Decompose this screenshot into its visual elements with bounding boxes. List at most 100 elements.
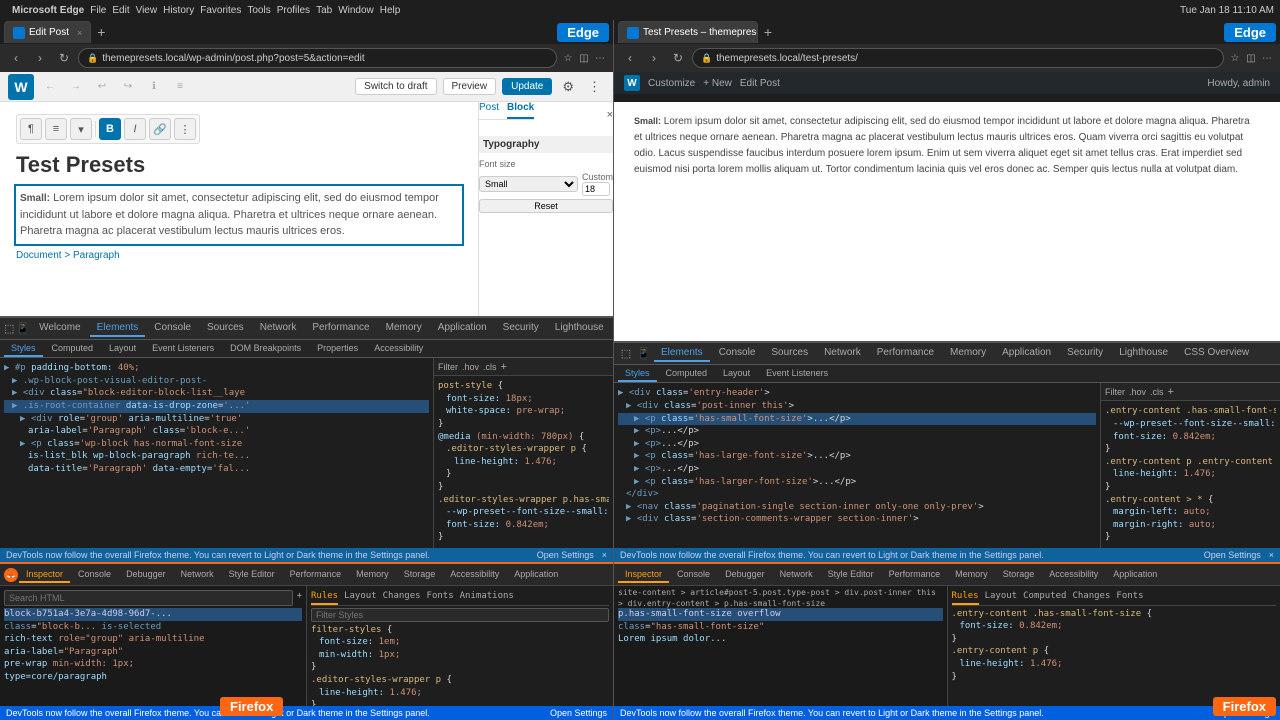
right-address-input[interactable]: 🔒 themepresets.local/test-presets/ [692,48,1224,68]
menu-view[interactable]: View [136,5,158,16]
rff-tab-style-editor[interactable]: Style Editor [821,567,881,583]
devtools-tab-sources[interactable]: Sources [200,320,251,337]
refresh-button[interactable]: ↻ [54,48,74,68]
bold-btn[interactable]: B [99,118,121,140]
rff-computed-tab[interactable]: Computed [1023,590,1066,605]
menu-help[interactable]: Help [380,5,401,16]
italic-btn[interactable]: I [124,118,146,140]
devtools-tab-elements[interactable]: Elements [90,320,146,337]
ff-tab-inspector[interactable]: Inspector [19,567,70,583]
wp-list-view[interactable]: ≡ [170,77,190,97]
styles-plus-icon[interactable]: + [501,361,507,373]
font-size-select[interactable]: Small Medium Large [479,176,578,192]
left-new-tab[interactable]: + [91,22,111,42]
star-icon[interactable]: ☆ [561,51,575,65]
right-wp-bar-edit-post[interactable]: Edit Post [740,78,780,89]
rff-tab-accessibility[interactable]: Accessibility [1042,567,1105,583]
ff-tab-accessibility[interactable]: Accessibility [443,567,506,583]
right-dt-tab-performance[interactable]: Performance [870,345,941,362]
right-wp-bar-customize[interactable]: Customize [648,78,695,89]
menu-edit[interactable]: Edit [112,5,129,16]
right-dt-mobile-icon[interactable]: 📱 [636,346,652,362]
wp-redo[interactable]: ↪ [118,77,138,97]
forward-button[interactable]: › [30,48,50,68]
devtools-inspect-icon[interactable]: ⬚ [4,321,14,337]
rff-tab-debugger[interactable]: Debugger [718,567,772,583]
devtools-tab-memory[interactable]: Memory [379,320,429,337]
menu-file[interactable]: File [90,5,106,16]
ff-tab-style-editor[interactable]: Style Editor [222,567,282,583]
left-tab-1-close[interactable]: × [77,28,82,38]
editor-paragraph-1[interactable]: Small: Lorem ipsum dolor sit amet, conse… [16,186,462,244]
rff-tab-memory[interactable]: Memory [948,567,995,583]
right-devtools-settings-btn[interactable]: Open Settings [1204,550,1261,560]
devtools-tab-performance[interactable]: Performance [305,320,376,337]
ff-tab-performance[interactable]: Performance [283,567,349,583]
menu-history[interactable]: History [163,5,194,16]
settings-icon[interactable]: ⚙ [558,79,578,95]
right-refresh-btn[interactable]: ↻ [668,48,688,68]
rff-tab-console[interactable]: Console [670,567,717,583]
right-subtab-layout[interactable]: Layout [716,366,757,382]
ff-html-1[interactable]: block-b751a4-3e7a-4d98-96d7-... [4,608,302,621]
ff-tab-memory[interactable]: Memory [349,567,396,583]
ff-changes-tab[interactable]: Changes [383,590,421,605]
ff-filter-input[interactable] [311,608,609,622]
align-btn[interactable]: ▾ [70,118,92,140]
menu-favorites[interactable]: Favorites [200,5,241,16]
left-ff-settings-btn[interactable]: Open Settings [550,708,607,718]
wp-undo[interactable]: ↩ [92,77,112,97]
right-tab-1[interactable]: Test Presets – themepresets × [618,21,758,43]
back-button[interactable]: ‹ [6,48,26,68]
right-devtools-close[interactable]: × [1269,550,1274,560]
wp-nav-back[interactable]: ← [40,77,60,97]
r-html-3[interactable]: ▶ <p class='has-small-font-size'>...</p> [618,413,1096,426]
right-star-icon[interactable]: ☆ [1228,51,1242,65]
devtools-tab-lighthouse[interactable]: Lighthouse [548,320,611,337]
wp-info[interactable]: ℹ [144,77,164,97]
rff-tab-performance[interactable]: Performance [882,567,948,583]
right-dt-inspect-icon[interactable]: ⬚ [618,346,634,362]
right-forward-btn[interactable]: › [644,48,664,68]
list-btn[interactable]: ≡ [45,118,67,140]
html-line-4[interactable]: ▶ .is-root-container data-is-drop-zone='… [4,400,429,413]
right-dt-tab-security[interactable]: Security [1060,345,1110,362]
right-subtab-styles[interactable]: Styles [618,366,657,382]
subtab-accessibility[interactable]: Accessibility [367,341,430,357]
right-dt-tab-sources[interactable]: Sources [764,345,815,362]
rff-rules-tab[interactable]: Rules [952,590,979,605]
right-cls-icon[interactable]: .cls [1150,387,1164,397]
right-subtab-computed[interactable]: Computed [659,366,715,382]
rff-tab-network[interactable]: Network [773,567,820,583]
rff-tab-inspector[interactable]: Inspector [618,567,669,583]
left-tab-1[interactable]: Edit Post × [4,21,91,43]
right-more-icon[interactable]: ⋯ [1260,51,1274,65]
styles-cls-icon[interactable]: .cls [483,362,497,372]
link-btn[interactable]: 🔗 [149,118,171,140]
rff-fonts-tab[interactable]: Fonts [1116,590,1143,605]
rff-html-1[interactable]: p.has-small-font-size overflow [618,608,943,621]
collections-icon[interactable]: ◫ [577,51,591,65]
subtab-event-listeners[interactable]: Event Listeners [145,341,221,357]
right-plus-icon[interactable]: + [1168,386,1174,398]
right-dt-tab-elements[interactable]: Elements [654,345,710,362]
right-new-tab[interactable]: + [758,22,778,42]
devtools-tab-application[interactable]: Application [431,320,494,337]
ff-tab-network[interactable]: Network [174,567,221,583]
switch-to-draft-button[interactable]: Switch to draft [355,78,436,95]
right-hov-icon[interactable]: .hov [1129,387,1146,397]
rff-tab-storage[interactable]: Storage [996,567,1042,583]
right-back-btn[interactable]: ‹ [620,48,640,68]
right-subtab-event-listeners[interactable]: Event Listeners [759,366,835,382]
subtab-styles[interactable]: Styles [4,341,43,357]
menu-tools[interactable]: Tools [247,5,270,16]
right-collections-icon[interactable]: ◫ [1244,51,1258,65]
ff-search-input[interactable] [4,590,293,606]
paragraph-style-btn[interactable]: ¶ [20,118,42,140]
more-options-icon[interactable]: ⋮ [584,79,605,95]
ff-layout-tab[interactable]: Layout [344,590,377,605]
font-size-custom-input[interactable] [582,182,610,196]
rff-changes-tab[interactable]: Changes [1072,590,1110,605]
menu-window[interactable]: Window [338,5,374,16]
devtools-tab-security[interactable]: Security [496,320,546,337]
